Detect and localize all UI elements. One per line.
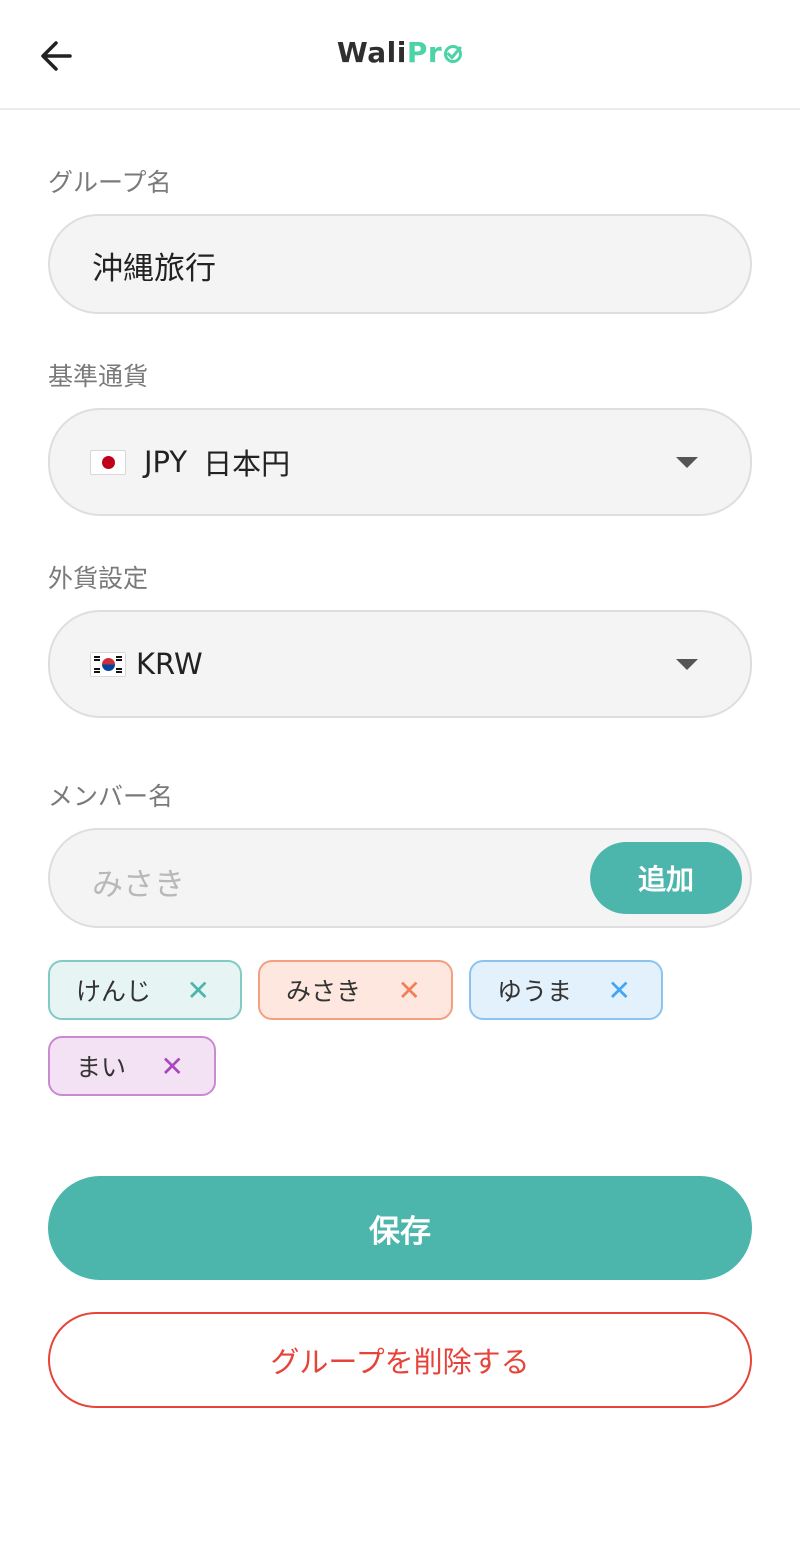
save-button[interactable]: 保存 — [48, 1176, 752, 1280]
base-currency-select[interactable]: JPY 日本円 — [48, 408, 752, 516]
member-chip: まい ✕ — [48, 1036, 216, 1096]
base-currency-code: JPY — [144, 445, 188, 479]
member-chip-name: みさき — [286, 977, 362, 1006]
jp-flag-icon — [90, 449, 126, 475]
base-currency-name: 日本円 — [203, 447, 291, 481]
member-chip-name: ゆうま — [497, 977, 573, 1006]
chevron-down-icon — [676, 457, 698, 468]
foreign-currency-selected: KRW — [90, 612, 203, 716]
member-chip: みさき ✕ — [258, 960, 453, 1020]
group-name-value: 沖縄旅行 — [92, 251, 216, 287]
delete-group-button[interactable]: グループを削除する — [48, 1312, 752, 1408]
member-chip: ゆうま ✕ — [469, 960, 663, 1020]
foreign-currency-code: KRW — [136, 647, 203, 681]
chevron-down-icon — [676, 659, 698, 670]
member-chip-name: けんじ — [76, 977, 152, 1006]
member-chip: けんじ ✕ — [48, 960, 242, 1020]
kr-flag-icon — [90, 651, 126, 677]
foreign-currency-select[interactable]: KRW — [48, 610, 752, 718]
close-icon[interactable]: ✕ — [398, 962, 421, 1018]
app-logo: WaliPr — [0, 36, 800, 69]
close-icon[interactable]: ✕ — [187, 962, 210, 1018]
foreign-currency-label: 外貨設定 — [48, 564, 149, 593]
group-name-input[interactable]: 沖縄旅行 — [48, 214, 752, 314]
member-name-placeholder: みさき — [92, 867, 185, 903]
close-icon[interactable]: ✕ — [161, 1038, 184, 1094]
member-name-input[interactable]: みさき 追加 — [48, 828, 752, 928]
member-chip-name: まい — [76, 1053, 127, 1082]
group-name-label: グループ名 — [48, 168, 172, 197]
logo-text-accent: Pr — [406, 36, 443, 69]
add-member-button[interactable]: 追加 — [590, 842, 742, 914]
base-currency-label: 基準通貨 — [48, 362, 149, 391]
close-icon[interactable]: ✕ — [608, 962, 631, 1018]
logo-text-primary: Wali — [336, 36, 407, 69]
app-header: WaliPr — [0, 0, 800, 110]
base-currency-selected: JPY 日本円 — [90, 410, 290, 514]
check-circle-icon — [444, 45, 463, 63]
member-name-label: メンバー名 — [48, 782, 174, 811]
